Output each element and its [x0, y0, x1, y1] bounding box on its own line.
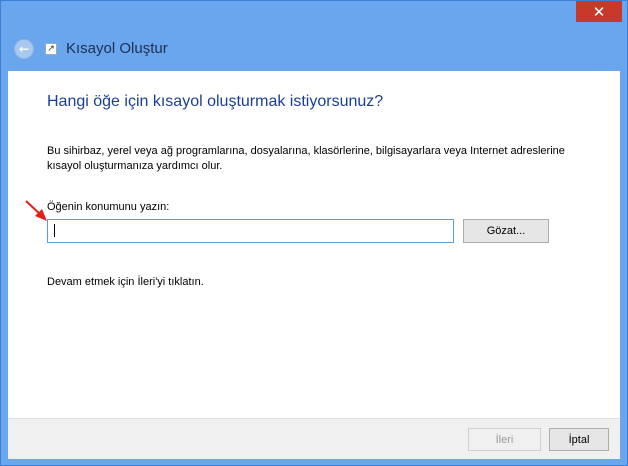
text-caret: [54, 224, 55, 237]
continue-hint: Devam etmek için İleri'yi tıklatın.: [47, 276, 204, 288]
location-label: Öğenin konumunu yazın:: [47, 201, 170, 213]
shortcut-arrow-icon: ↗: [45, 43, 57, 55]
create-shortcut-window: ✕ ← ↗ Kısayol Oluştur Hangi öğe için kıs…: [0, 0, 628, 466]
location-input[interactable]: [47, 219, 454, 243]
wizard-footer: İleri İptal: [8, 418, 620, 459]
back-arrow-icon: ←: [18, 42, 30, 56]
close-icon: ✕: [592, 2, 606, 21]
title-bar[interactable]: ✕: [1, 1, 627, 31]
wizard-content: Hangi öğe için kısayol oluşturmak istiyo…: [8, 71, 620, 418]
cancel-button[interactable]: İptal: [549, 428, 609, 451]
annotation-arrow-icon: [25, 200, 47, 221]
browse-button[interactable]: Gözat...: [463, 219, 549, 243]
back-button[interactable]: ←: [14, 39, 34, 59]
wizard-header: ← ↗ Kısayol Oluştur: [8, 31, 620, 71]
wizard-title: Kısayol Oluştur: [66, 40, 168, 57]
page-description: Bu sihirbaz, yerel veya ağ programlarına…: [47, 145, 565, 172]
page-heading: Hangi öğe için kısayol oluşturmak istiyo…: [47, 93, 384, 110]
next-button[interactable]: İleri: [468, 428, 541, 451]
close-button[interactable]: ✕: [576, 1, 622, 22]
